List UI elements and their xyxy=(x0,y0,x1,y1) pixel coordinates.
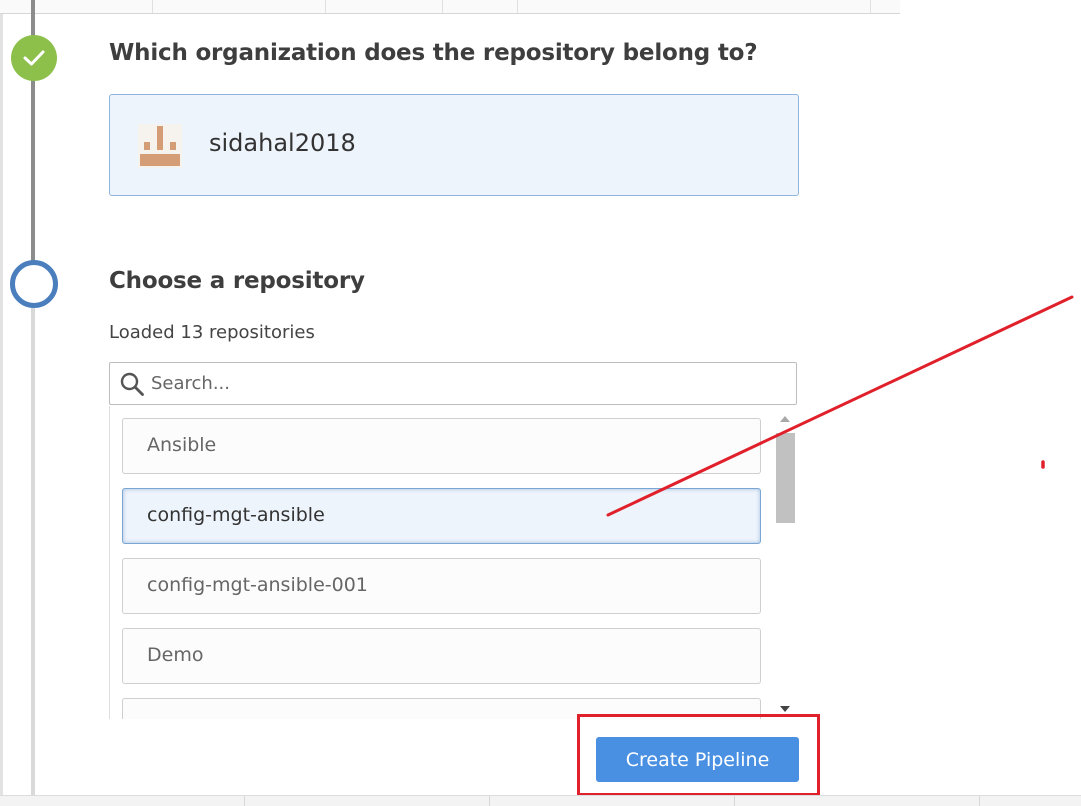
search-icon xyxy=(120,372,144,396)
repository-question: Choose a repository xyxy=(109,268,365,294)
organization-question: Which organization does the repository b… xyxy=(109,40,758,66)
tab-divider xyxy=(517,0,518,13)
repository-item-partial[interactable] xyxy=(122,698,761,719)
repository-item[interactable]: Demo xyxy=(122,628,761,684)
repository-list-scrollbar[interactable] xyxy=(774,412,796,717)
bottom-status-strip xyxy=(0,795,1081,806)
scroll-up-arrow-icon[interactable] xyxy=(780,416,790,422)
repositories-loaded-count: Loaded 13 repositories xyxy=(109,322,315,343)
step-complete-icon xyxy=(11,35,57,81)
tab-divider xyxy=(870,0,871,13)
repository-item[interactable]: Ansible xyxy=(122,418,761,474)
checkmark-icon xyxy=(23,50,45,66)
selected-organization-card[interactable]: sidahal2018 xyxy=(109,94,799,196)
create-pipeline-button[interactable]: Create Pipeline xyxy=(596,737,799,782)
search-input[interactable] xyxy=(151,369,771,397)
progress-rail-pending xyxy=(31,306,35,795)
repository-item[interactable]: config-mgt-ansible-001 xyxy=(122,558,761,614)
scroll-down-arrow-icon[interactable] xyxy=(780,706,790,712)
repository-name: config-mgt-ansible-001 xyxy=(147,574,368,596)
tab-divider xyxy=(152,0,153,13)
repository-item-selected[interactable]: config-mgt-ansible xyxy=(122,488,761,544)
repository-name: Ansible xyxy=(147,434,217,456)
tab-divider xyxy=(442,0,443,13)
step-current-icon xyxy=(10,260,58,308)
repository-list[interactable]: Ansible config-mgt-ansible config-mgt-an… xyxy=(109,406,799,719)
repository-name: config-mgt-ansible xyxy=(147,504,325,526)
top-tab-strip xyxy=(0,0,900,14)
organization-name: sidahal2018 xyxy=(209,129,356,157)
repository-name: Demo xyxy=(147,644,204,666)
tab-divider xyxy=(325,0,326,13)
org-avatar-icon xyxy=(138,124,182,168)
repository-search-box[interactable] xyxy=(109,362,797,405)
window-left-edge xyxy=(0,0,3,805)
scrollbar-thumb[interactable] xyxy=(776,433,795,523)
